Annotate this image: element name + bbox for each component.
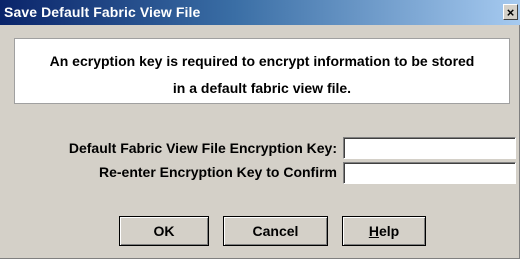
- close-icon: ×: [506, 4, 515, 20]
- close-button[interactable]: ×: [503, 4, 518, 20]
- ok-button[interactable]: OK: [119, 216, 209, 246]
- title-bar[interactable]: Save Default Fabric View File ×: [0, 0, 520, 25]
- confirm-key-field[interactable]: [343, 162, 516, 184]
- save-default-fabric-view-dialog: Save Default Fabric View File × An ecryp…: [0, 0, 520, 259]
- help-button-label: elp: [378, 223, 400, 239]
- confirm-key-label: Re-enter Encryption Key to Confirm: [98, 164, 337, 180]
- encryption-key-field[interactable]: [343, 137, 516, 159]
- dialog-title: Save Default Fabric View File: [4, 4, 201, 20]
- help-mnemonic: H: [368, 223, 379, 239]
- info-message-box: An ecryption key is required to encrypt …: [14, 38, 510, 104]
- info-message-line-1: An ecryption key is required to encrypt …: [49, 53, 475, 69]
- encryption-key-label: Default Fabric View File Encryption Key:: [68, 140, 337, 156]
- cancel-button-label: Cancel: [252, 223, 299, 239]
- help-button[interactable]: Help: [342, 216, 426, 246]
- ok-button-label: OK: [153, 223, 175, 239]
- info-message-line-2: in a default fabric view file.: [172, 80, 352, 96]
- cancel-button[interactable]: Cancel: [223, 216, 328, 246]
